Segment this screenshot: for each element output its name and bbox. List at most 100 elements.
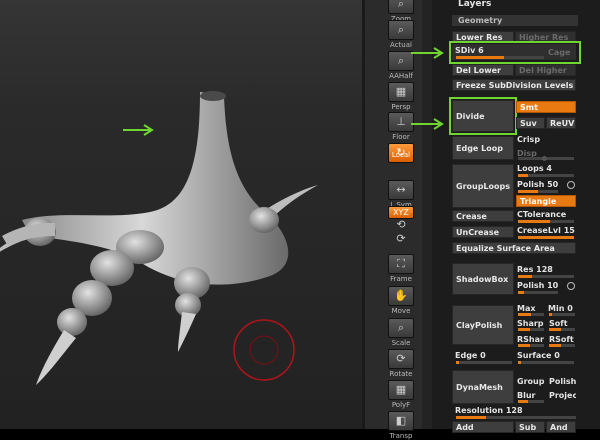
equalize-surface-area-button[interactable]: Equalize Surface Area [452, 242, 576, 254]
surface-slider[interactable]: Surface 0 [517, 350, 560, 361]
frame-label: Frame [390, 275, 412, 283]
freeze-subdivision-button[interactable]: Freeze SubDivision Levels [452, 79, 576, 91]
max-fill [518, 313, 531, 316]
uncrease-button[interactable]: UnCrease [452, 226, 514, 238]
frame-button[interactable]: ⛶ Frame [388, 254, 414, 283]
smt-toggle[interactable]: Smt [516, 101, 576, 113]
ctolerance-slider[interactable]: CTolerance [517, 209, 566, 220]
polyf-button[interactable]: ▦ PolyF [388, 380, 414, 409]
local-symmetry-icon: ↔ [388, 180, 414, 200]
creaselvl-fill [518, 236, 574, 239]
rsoft-track [549, 344, 575, 347]
floor-label: Floor [392, 133, 410, 141]
local-label: Local [391, 151, 411, 159]
move-button[interactable]: ✋ Move [388, 286, 414, 315]
sdiv-pointer-arrow-icon [411, 47, 444, 59]
sb-polish-track [518, 291, 558, 294]
creaselvl-label: CreaseLvl [517, 226, 561, 235]
rotate-label: Rotate [389, 370, 413, 378]
sb-polish-label: Polish [517, 281, 545, 290]
actual-button[interactable]: ⌕ Actual [388, 20, 414, 49]
del-lower-button[interactable]: Del Lower [452, 64, 514, 76]
crisp-toggle[interactable]: Crisp [517, 134, 540, 145]
edge-loop-button[interactable]: Edge Loop [452, 136, 514, 160]
lsym-button[interactable]: ↔ L.Sym [388, 180, 414, 209]
frame-icon: ⛶ [388, 254, 414, 274]
sb-polish-fill [518, 291, 524, 294]
polish-label: Polish [517, 180, 545, 189]
sb-polish-circle-toggle-icon[interactable] [567, 282, 575, 290]
shelf-scroll-strip[interactable] [422, 0, 432, 429]
project-toggle[interactable]: Project [549, 390, 576, 401]
reuv-toggle[interactable]: ReUV [546, 117, 576, 129]
and-button[interactable]: And [546, 421, 576, 433]
triangle-toggle[interactable]: Triangle [516, 195, 576, 207]
resolution-fill [456, 416, 486, 419]
group-toggle[interactable]: Group [517, 376, 544, 387]
group-loops-button[interactable]: GroupLoops [452, 164, 514, 208]
layers-title[interactable]: Layers [458, 0, 491, 10]
rshar-track [518, 344, 544, 347]
surface-fill [518, 361, 521, 364]
persp-label: Persp [391, 103, 411, 111]
rotate-button[interactable]: ⟳ Rotate [388, 349, 414, 378]
persp-button[interactable]: ▦ Persp [388, 82, 414, 111]
sb-polish-slider[interactable]: Polish 10 [517, 280, 558, 291]
creaselvl-value: 15 [563, 226, 575, 235]
y-rotate-button[interactable]: ⟲ [388, 219, 414, 231]
edge-label: Edge [455, 351, 478, 360]
surface-value: 0 [554, 351, 560, 360]
xyz-label: XYZ [393, 208, 409, 217]
polish-circle-toggle-icon[interactable] [567, 181, 575, 189]
polish-slider[interactable]: Polish 50 [517, 179, 558, 190]
blur-track [518, 400, 544, 403]
scale-label: Scale [391, 339, 411, 347]
move-hand-icon: ✋ [388, 286, 414, 306]
brush-cursor-icon [233, 319, 295, 381]
transp-label: Transp [389, 432, 413, 440]
edge-fill [456, 361, 459, 364]
resolution-label: Resolution [455, 406, 504, 415]
loops-label: Loops [517, 164, 544, 173]
loops-slider[interactable]: Loops 4 [517, 163, 552, 174]
transparency-icon: ◧ [388, 411, 414, 431]
resolution-value: 128 [505, 406, 523, 415]
scale-icon: ⌕ [388, 318, 414, 338]
dynamesh-polish-toggle[interactable]: Polish [549, 376, 576, 387]
z-rotate-icon: ⟳ [396, 232, 406, 245]
resolution-slider[interactable]: Resolution 128 [455, 405, 523, 416]
res-value: 128 [536, 265, 553, 274]
surface-label: Surface [517, 351, 552, 360]
crease-button[interactable]: Crease [452, 210, 514, 222]
geometry-header[interactable]: Geometry [452, 15, 578, 26]
scale-button[interactable]: ⌕ Scale [388, 318, 414, 347]
canvas-viewport[interactable] [0, 0, 362, 429]
sharp-track [518, 328, 544, 331]
claw-model [0, 91, 318, 385]
res-slider[interactable]: Res 128 [517, 264, 553, 275]
edge-slider[interactable]: Edge 0 [455, 350, 486, 361]
add-button[interactable]: Add [452, 421, 514, 433]
edge-track [456, 361, 512, 364]
claypolish-button[interactable]: ClayPolish [452, 305, 514, 345]
pointer-arrow-icon [123, 124, 154, 136]
zoom-icon: ⌕ [388, 0, 414, 14]
transp-button[interactable]: ◧ Transp [388, 411, 414, 440]
loops-track [518, 174, 574, 177]
min-label: Min [548, 304, 565, 313]
divide-pointer-arrow-icon [411, 118, 444, 130]
shadowbox-button[interactable]: ShadowBox [452, 263, 514, 295]
polish-track [518, 190, 558, 193]
dynamesh-button[interactable]: DynaMesh [452, 370, 514, 404]
z-rotate-button[interactable]: ⟳ [388, 233, 414, 245]
del-higher-button[interactable]: Del Higher [515, 64, 576, 76]
local-button[interactable]: ↻ Local [388, 143, 414, 163]
blur-fill [518, 400, 528, 403]
polish-value: 50 [547, 180, 559, 189]
rsoft-fill [549, 344, 561, 347]
creaselvl-slider[interactable]: CreaseLvl 15 [517, 225, 575, 236]
ctolerance-track [518, 220, 574, 223]
suv-toggle[interactable]: Suv [516, 117, 545, 129]
y-rotate-icon: ⟲ [396, 218, 406, 231]
sub-button[interactable]: Sub [515, 421, 545, 433]
